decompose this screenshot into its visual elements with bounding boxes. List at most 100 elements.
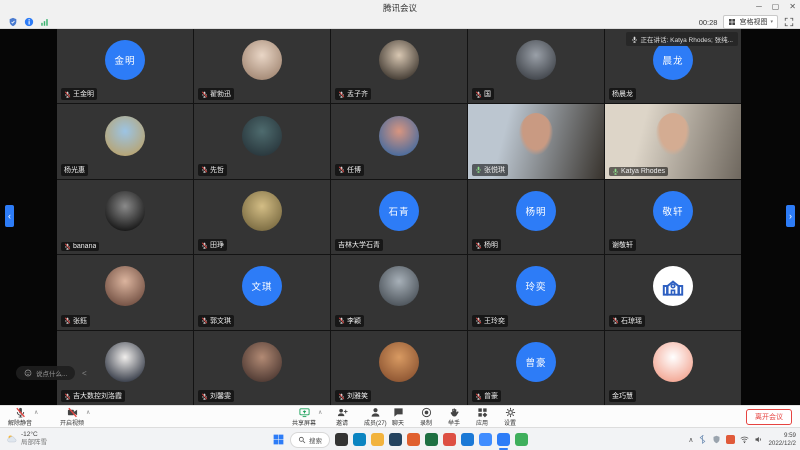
meeting-toolbar: 解除静音∧开启视频∧共享屏幕∧邀请成员(27)聊天录制举手应用设置离开会议 xyxy=(0,405,800,427)
meeting-info-icon[interactable] xyxy=(24,17,34,27)
weather-widget[interactable]: -12°C 局部阵雪 xyxy=(6,431,47,447)
participant-tile[interactable]: 石琼瑶 xyxy=(605,255,741,329)
participant-tile[interactable]: banana xyxy=(57,180,193,254)
toolbar-label: 共享屏幕 xyxy=(292,418,316,427)
participant-name: 谢敬轩 xyxy=(612,240,633,250)
close-button[interactable]: ✕ xyxy=(789,0,796,13)
participant-avatar: 曾豪 xyxy=(516,342,556,382)
tray-date: 2022/12/2 xyxy=(768,440,796,448)
participant-tile[interactable]: 张鈺 xyxy=(57,255,193,329)
participant-tile[interactable]: 刘雅笑 xyxy=(331,331,467,405)
toolbar-share-screen-button[interactable]: 共享屏幕 xyxy=(292,407,316,427)
view-mode-button[interactable]: 宫格视图 ▾ xyxy=(723,15,778,29)
next-page-button[interactable]: › xyxy=(786,205,795,227)
participant-grid: 金明王金明翟勃迅孟子齐国晨龙杨晨龙杨光惠先哲任博张悦琪Katya Rhodesb… xyxy=(57,29,741,405)
taskbar-app-dark-app[interactable] xyxy=(335,433,348,446)
toolbar-camera-off-button[interactable]: 开启视频 xyxy=(60,407,84,427)
taskbar-app-navy-app[interactable] xyxy=(389,433,402,446)
weather-temp: -12°C xyxy=(21,431,47,439)
mic-muted-icon xyxy=(201,242,208,249)
chevron-up-icon[interactable]: ∧ xyxy=(34,409,38,416)
participant-tile[interactable]: 田琤 xyxy=(194,180,330,254)
participant-name: 郭文琪 xyxy=(210,316,231,326)
toolbar-raise-hand-button[interactable]: 举手 xyxy=(448,407,460,427)
taskbar-app-excel[interactable] xyxy=(425,433,438,446)
chevron-up-icon[interactable]: ∧ xyxy=(318,409,322,416)
tray-shield-icon[interactable] xyxy=(712,435,721,444)
participant-tile[interactable]: 金明王金明 xyxy=(57,29,193,103)
participant-name-label: 孟子齐 xyxy=(335,88,371,100)
start-button[interactable] xyxy=(272,433,285,446)
participant-tile[interactable]: 国 xyxy=(468,29,604,103)
participant-avatar xyxy=(242,40,282,80)
leave-meeting-button[interactable]: 离开会议 xyxy=(746,409,792,425)
tray-bluetooth-icon[interactable] xyxy=(698,435,707,444)
participant-tile[interactable]: 敬轩谢敬轩 xyxy=(605,180,741,254)
participant-name: 田琤 xyxy=(210,240,224,250)
participant-avatar xyxy=(105,342,145,382)
participant-tile[interactable]: 翟勃迅 xyxy=(194,29,330,103)
fullscreen-icon[interactable] xyxy=(784,17,794,27)
chevron-up-icon[interactable]: ∧ xyxy=(86,409,90,416)
participant-name-label: 谢敬轩 xyxy=(609,239,636,251)
taskbar-app-docs-app[interactable] xyxy=(479,433,492,446)
taskbar-app-green-app[interactable] xyxy=(515,433,528,446)
toolbar-settings-button[interactable]: 设置 xyxy=(504,407,516,427)
taskbar-app-file-explorer[interactable] xyxy=(371,433,384,446)
toolbar-label: 应用 xyxy=(476,418,488,427)
tray-app-icon[interactable] xyxy=(726,435,735,444)
taskbar-clock[interactable]: 9:59 2022/12/2 xyxy=(768,432,796,448)
network-signal-icon[interactable] xyxy=(40,17,50,27)
chat-placeholder: 说点什么... xyxy=(36,368,67,378)
participant-tile[interactable]: 杨明杨明 xyxy=(468,180,604,254)
maximize-button[interactable]: ▢ xyxy=(772,0,780,13)
participant-name: 先哲 xyxy=(210,165,224,175)
toolbar-members-button[interactable]: 成员(27) xyxy=(364,407,387,427)
quick-chat-input[interactable]: 说点什么... xyxy=(16,366,75,380)
security-shield-icon[interactable] xyxy=(8,17,18,27)
participant-tile[interactable]: 刘馨雯 xyxy=(194,331,330,405)
weather-desc: 局部阵雪 xyxy=(21,439,47,447)
taskbar-app-chrome-browser[interactable] xyxy=(443,433,456,446)
participant-name-label: 王金明 xyxy=(61,88,97,100)
participant-name-label: 翟勃迅 xyxy=(198,88,234,100)
taskbar-app-tencent-meeting[interactable] xyxy=(497,433,510,446)
participant-tile[interactable]: 金巧慧 xyxy=(605,331,741,405)
view-mode-label: 宫格视图 xyxy=(739,17,767,27)
minimize-button[interactable]: ─ xyxy=(756,0,762,13)
participant-name: 吉大数控刘洛霞 xyxy=(73,391,122,401)
tray-chevron-up-icon[interactable]: ∧ xyxy=(688,436,693,444)
toolbar-chat-button[interactable]: 聊天 xyxy=(392,407,404,427)
participant-tile[interactable]: 曾豪曾豪 xyxy=(468,331,604,405)
previous-page-button[interactable]: ‹ xyxy=(5,205,14,227)
taskbar-app-edge-browser[interactable] xyxy=(353,433,366,446)
participant-tile[interactable]: Katya Rhodes xyxy=(605,104,741,178)
participant-tile[interactable]: 石青吉林大学石青 xyxy=(331,180,467,254)
participant-tile[interactable]: 张悦琪 xyxy=(468,104,604,178)
toolbar-record-button[interactable]: 录制 xyxy=(420,407,432,427)
wifi-icon[interactable] xyxy=(740,435,749,444)
participant-tile[interactable]: 杨光惠 xyxy=(57,104,193,178)
participant-tile[interactable]: 文琪郭文琪 xyxy=(194,255,330,329)
participant-name-label: 杨晨龙 xyxy=(609,88,636,100)
participant-tile[interactable]: 先哲 xyxy=(194,104,330,178)
participant-tile[interactable]: 孟子齐 xyxy=(331,29,467,103)
participant-avatar xyxy=(379,342,419,382)
toolbar-apps-button[interactable]: 应用 xyxy=(476,407,488,427)
mic-muted-icon xyxy=(475,393,482,400)
participant-tile[interactable]: 任博 xyxy=(331,104,467,178)
chat-collapse-arrow[interactable]: < xyxy=(82,369,87,378)
mic-muted-icon xyxy=(201,393,208,400)
participant-tile[interactable]: 吉大数控刘洛霞 xyxy=(57,331,193,405)
mic-muted-icon xyxy=(201,317,208,324)
toolbar-invite-button[interactable]: 邀请 xyxy=(336,407,348,427)
participant-tile[interactable]: 玲奕王玲奕 xyxy=(468,255,604,329)
volume-icon[interactable] xyxy=(754,435,763,444)
participant-tile[interactable]: 李颖 xyxy=(331,255,467,329)
taskbar-app-mail-app[interactable] xyxy=(461,433,474,446)
meeting-timer: 00:28 xyxy=(699,18,718,27)
participant-name: 王金明 xyxy=(73,89,94,99)
toolbar-mic-muted-button[interactable]: 解除静音 xyxy=(8,407,32,427)
taskbar-app-firefox-browser[interactable] xyxy=(407,433,420,446)
taskbar-search[interactable]: 搜索 xyxy=(290,432,330,448)
